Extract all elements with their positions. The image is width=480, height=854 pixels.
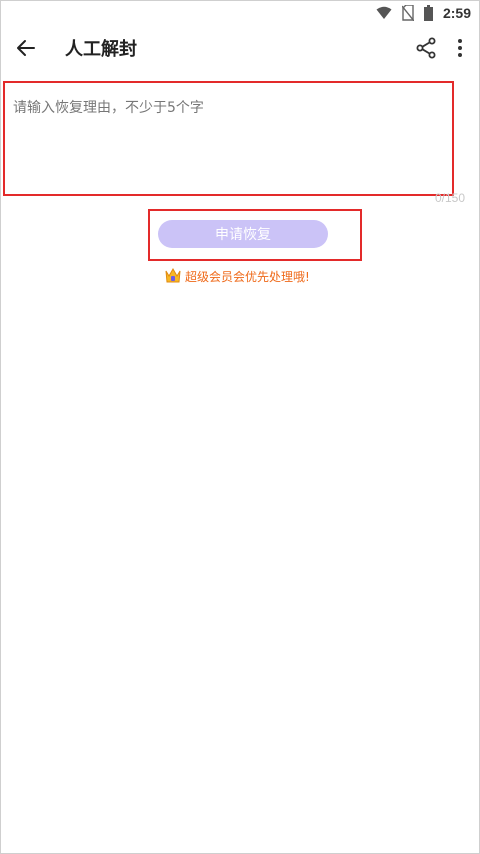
apply-restore-button[interactable]: 申请恢复 bbox=[158, 220, 328, 248]
battery-icon bbox=[423, 5, 433, 21]
status-time: 2:59 bbox=[442, 5, 471, 21]
share-icon[interactable] bbox=[415, 37, 437, 59]
sim-off-icon bbox=[401, 5, 414, 21]
more-vert-icon[interactable] bbox=[453, 37, 467, 59]
vip-note: 超级会员会优先处理哦! bbox=[164, 267, 310, 285]
vip-note-text: 超级会员会优先处理哦! bbox=[185, 269, 310, 284]
screen: 2:59 人工解封 0/150 申请恢复 超级会员会优先处理哦! bbox=[0, 0, 480, 854]
char-counter: 0/150 bbox=[434, 191, 465, 205]
wifi-icon bbox=[376, 6, 392, 19]
reason-input-container bbox=[3, 81, 454, 196]
back-arrow-icon[interactable] bbox=[15, 37, 37, 59]
page-title: 人工解封 bbox=[65, 39, 137, 60]
submit-container: 申请恢复 bbox=[148, 209, 362, 261]
crown-badge-icon bbox=[165, 267, 181, 283]
status-bar: 2:59 bbox=[1, 1, 479, 25]
reason-input[interactable] bbox=[5, 83, 452, 194]
app-bar: 人工解封 bbox=[1, 25, 479, 71]
